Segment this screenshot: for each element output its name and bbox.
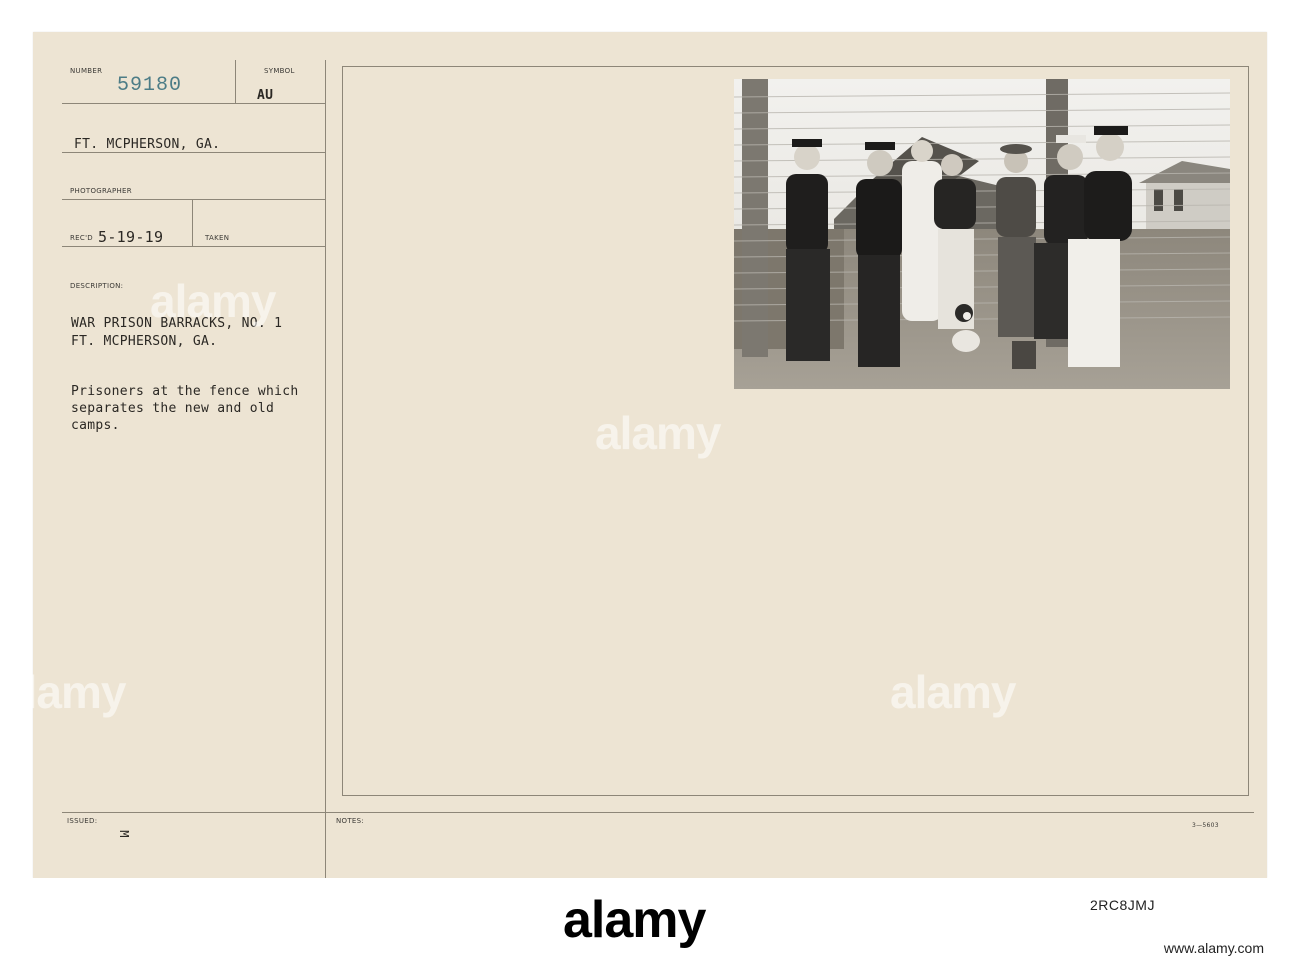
description-line: FT. MCPHERSON, GA. [71,334,218,349]
divider [62,199,325,200]
caption-line: Prisoners at the fence which [71,384,299,399]
description-label: DESCRIPTION: [70,282,124,290]
divider [325,60,326,878]
taken-label: TAKEN [205,234,230,242]
symbol-label: SYMBOL [264,67,295,75]
watermark-text: alamy [0,666,126,718]
watermark-text: alamy [595,407,721,459]
location-value: FT. MCPHERSON, GA. [74,137,221,152]
form-code: 3—5603 [1192,822,1219,829]
symbol-value: AU [257,88,274,103]
recd-label: REC'D [70,234,93,242]
divider [192,199,193,246]
watermark-text: alamy [150,275,276,327]
photograph-drawing [734,79,1230,389]
issued-mark: M [116,830,131,838]
number-label: NUMBER [70,67,103,75]
divider [235,60,236,104]
divider [62,812,1254,813]
watermark-text: alamy [890,666,1016,718]
image-code: 2RC8JMJ [1090,897,1155,913]
watermark-logo: alamy [563,891,706,949]
footer-url: www.alamy.com [1163,940,1264,956]
notes-label: NOTES: [336,817,365,825]
caption-line: camps. [71,418,120,433]
recd-value: 5-19-19 [98,228,164,246]
divider [62,103,325,104]
prisoners-photograph [734,79,1230,389]
number-value: 59180 [117,74,183,97]
photographer-label: PHOTOGRAPHER [70,187,132,195]
caption-line: separates the new and old [71,401,275,416]
divider [62,246,325,247]
divider [62,152,325,153]
issued-label: ISSUED: [67,817,98,825]
